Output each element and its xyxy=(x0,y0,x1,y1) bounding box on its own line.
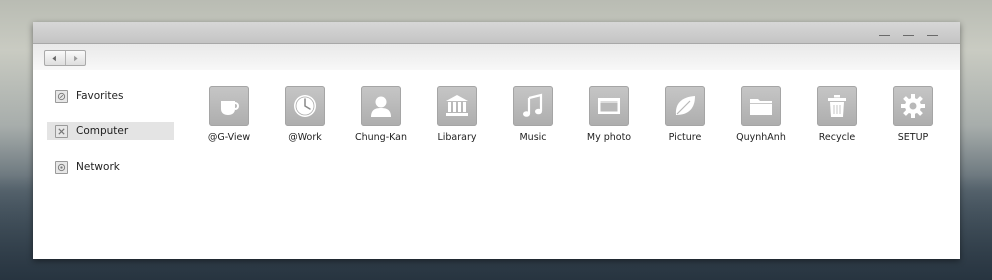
sidebar-item-label: Computer xyxy=(76,125,129,137)
tile-icon-box xyxy=(741,86,781,126)
tile-label: Music xyxy=(519,132,547,143)
sidebar-item-label: Favorites xyxy=(76,90,124,102)
toolbar xyxy=(33,44,960,70)
tile-g-view[interactable]: @G-View xyxy=(191,86,267,143)
favorites-icon xyxy=(55,89,68,103)
tile-icon-box xyxy=(817,86,857,126)
computer-icon xyxy=(55,124,68,138)
window-controls xyxy=(879,26,938,37)
cup-icon xyxy=(221,101,239,115)
tile-label: Chung-Kan xyxy=(354,132,408,143)
gear-icon xyxy=(901,94,925,118)
music-icon xyxy=(523,93,543,117)
tile-icon-box xyxy=(893,86,933,126)
tile-label: @G-View xyxy=(207,132,251,143)
tile-label: QuynhAnh xyxy=(736,132,786,143)
clock-icon xyxy=(294,95,316,117)
tile-chung-kan[interactable]: Chung-Kan xyxy=(343,86,419,143)
sidebar-item-network[interactable]: Network xyxy=(47,158,174,176)
sidebar-item-computer[interactable]: Computer xyxy=(47,122,174,140)
sidebar-item-favorites[interactable]: Favorites xyxy=(47,87,174,105)
tile-label: Recycle xyxy=(818,132,856,143)
maximize-button[interactable] xyxy=(903,26,914,37)
tile-my-photo[interactable]: My photo xyxy=(571,86,647,143)
tile-label: My photo xyxy=(586,132,632,143)
photo-frame-icon xyxy=(598,98,620,114)
arrow-right-icon xyxy=(73,55,78,61)
tile-setup[interactable]: SETUP xyxy=(875,86,951,143)
minimize-button[interactable] xyxy=(879,26,890,37)
arrow-left-icon xyxy=(52,55,57,61)
tile-quynhanh[interactable]: QuynhAnh xyxy=(723,86,799,143)
library-icon xyxy=(446,95,468,116)
leaf-icon xyxy=(675,96,695,115)
tile-icon-box xyxy=(589,86,629,126)
nav-buttons xyxy=(44,50,86,66)
sidebar-item-label: Network xyxy=(76,161,120,173)
back-button[interactable] xyxy=(45,51,65,65)
tile-icon-box xyxy=(361,86,401,126)
tile-music[interactable]: Music xyxy=(495,86,571,143)
network-icon xyxy=(55,160,68,174)
tile-label: Picture xyxy=(668,132,702,143)
tile-recycle[interactable]: Recycle xyxy=(799,86,875,143)
explorer-window: Favorites Computer Network @G-View @Work… xyxy=(33,22,960,259)
title-bar[interactable] xyxy=(33,22,960,44)
tile-icon-box xyxy=(285,86,325,126)
tile-libarary[interactable]: Libarary xyxy=(419,86,495,143)
tile-icon-box xyxy=(209,86,249,126)
tile-label: SETUP xyxy=(897,132,929,143)
tile-picture[interactable]: Picture xyxy=(647,86,723,143)
forward-button[interactable] xyxy=(64,51,86,65)
tile-work[interactable]: @Work xyxy=(267,86,343,143)
recycle-bin-icon xyxy=(828,95,846,117)
user-icon xyxy=(371,96,391,117)
tile-icon-box xyxy=(437,86,477,126)
tile-icon-box xyxy=(665,86,705,126)
close-button[interactable] xyxy=(927,26,938,37)
folder-icon xyxy=(750,99,772,115)
tile-label: @Work xyxy=(288,132,322,143)
tile-icon-box xyxy=(513,86,553,126)
tile-label: Libarary xyxy=(437,132,477,143)
